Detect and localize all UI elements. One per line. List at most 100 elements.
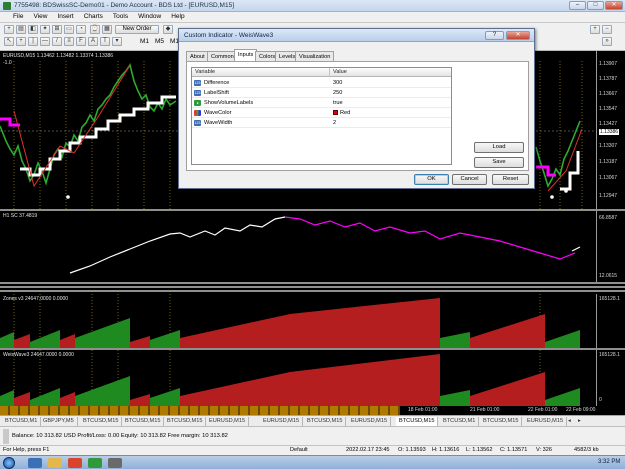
weiswave-histogram-canvas	[0, 350, 580, 406]
reset-button[interactable]: Reset	[492, 174, 529, 185]
text-icon[interactable]: A	[88, 37, 98, 46]
chart-tab[interactable]: BTCUSD,M1	[440, 417, 480, 426]
autoscroll-icon[interactable]: »	[602, 37, 612, 46]
pane-separator[interactable]	[0, 282, 625, 284]
status-open: O: 1.13593	[398, 447, 426, 453]
close-button[interactable]: ✕	[605, 1, 623, 10]
price-label: 1.13547	[599, 106, 618, 112]
price-label: 1.12947	[599, 193, 618, 199]
navigator-icon[interactable]: ✦	[40, 25, 50, 34]
dialog-help-button[interactable]: ?	[485, 31, 504, 40]
weiswave-indicator-pane[interactable]: WeisWave3 24647.0000 0.0000	[0, 350, 596, 406]
tab-visualization[interactable]: Visualization	[295, 51, 335, 61]
channel-icon[interactable]: ≡	[64, 37, 74, 46]
start-button[interactable]	[3, 457, 15, 469]
price-axis[interactable]: 1.13907 1.13787 1.13667 1.13547 1.13427 …	[596, 51, 625, 209]
new-chart-icon[interactable]: +	[4, 25, 14, 34]
menu-help[interactable]: Help	[166, 12, 189, 20]
chart-tab[interactable]: BTCUSD,M15	[480, 417, 523, 426]
load-button[interactable]: Load	[474, 142, 524, 153]
chart-tab[interactable]: GBPJPY,M5	[40, 417, 78, 426]
h1-indicator-pane[interactable]: H1 SC 37.4819	[0, 211, 596, 282]
new-order-button[interactable]: New Order	[115, 25, 159, 34]
metaeditor-icon[interactable]: ◆	[163, 25, 173, 34]
chart-tab[interactable]: BTCUSD,M1	[2, 417, 42, 426]
fibonacci-icon[interactable]: F	[76, 37, 86, 46]
input-value[interactable]: 2	[333, 118, 336, 128]
data-window-icon[interactable]: ⊞	[52, 25, 62, 34]
dialog-close-button[interactable]: ✕	[506, 31, 530, 40]
app-icon[interactable]	[108, 458, 122, 468]
pane-separator[interactable]	[0, 286, 625, 288]
input-row[interactable]: 123 WaveWidth 2	[192, 118, 451, 128]
input-value[interactable]: true	[333, 98, 343, 108]
input-row[interactable]: WaveColor Red	[192, 108, 451, 118]
tab-scroll-left-icon[interactable]: ◂	[568, 417, 571, 426]
weiswave-axis-label: 0	[599, 397, 602, 403]
input-row[interactable]: 123 LabelShift 250	[192, 88, 451, 98]
terminal-icon[interactable]: ▭	[64, 25, 74, 34]
shapes-icon[interactable]: ▾	[112, 37, 122, 46]
pane-separator[interactable]	[0, 290, 625, 292]
chart-tab-active[interactable]: BTCUSD,M15	[396, 417, 439, 426]
strategy-tester-icon[interactable]: ◔	[76, 25, 86, 34]
weiswave-axis-label: 165128.1	[599, 352, 620, 358]
menu-tools[interactable]: Tools	[108, 12, 133, 20]
status-close: C: 1.13571	[500, 447, 528, 453]
vertical-line-icon[interactable]: |	[28, 37, 38, 46]
ok-button[interactable]: OK	[414, 174, 449, 185]
ie-icon[interactable]	[28, 458, 42, 468]
chart-tab[interactable]: BTCUSD,M15	[80, 417, 123, 426]
tab-inputs[interactable]: Inputs	[234, 49, 258, 61]
minimize-button[interactable]: –	[569, 1, 586, 10]
dialog-title: Custom Indicator - WeisWave3	[184, 32, 274, 39]
time-axis[interactable]: 18 Feb 01:00 21 Feb 01:00 22 Feb 01:00 2…	[0, 406, 625, 415]
price-label: 1.13907	[599, 61, 618, 67]
menu-charts[interactable]: Charts	[79, 12, 108, 20]
input-value[interactable]: 250	[333, 88, 342, 98]
menu-window[interactable]: Window	[133, 12, 166, 20]
explorer-icon[interactable]	[48, 458, 62, 468]
maximize-button[interactable]: □	[587, 1, 604, 10]
chart-tab[interactable]: EURUSD,M15	[348, 417, 392, 426]
zoom-in-icon[interactable]: +	[590, 25, 600, 34]
horizontal-line-icon[interactable]: —	[40, 37, 50, 46]
zones-axis-label: 165128.1	[599, 296, 620, 302]
input-row[interactable]: 123 Difference 300	[192, 78, 451, 88]
profiles-icon[interactable]: ▤	[16, 25, 26, 34]
chart-tab[interactable]: BTCUSD,M15	[164, 417, 207, 426]
inputs-grid[interactable]: Variable Value 123 Difference 300 123 La…	[191, 67, 452, 165]
media-icon[interactable]	[68, 458, 82, 468]
history-icon[interactable]: ⌚	[90, 25, 100, 34]
menu-view[interactable]: View	[28, 12, 52, 20]
trendline-icon[interactable]: /	[52, 37, 62, 46]
numeric-icon: 123	[194, 80, 201, 86]
column-header-variable[interactable]: Variable	[192, 68, 330, 77]
chart-tab[interactable]: BTCUSD,M15	[304, 417, 347, 426]
tab-scroll-right-icon[interactable]: ▸	[578, 417, 581, 426]
chart-window-icon[interactable]: ▦	[102, 25, 112, 34]
crosshair-icon[interactable]: +	[16, 37, 26, 46]
input-value[interactable]: 300	[333, 78, 342, 88]
menu-insert[interactable]: Insert	[52, 12, 78, 20]
menu-file[interactable]: File	[0, 12, 28, 20]
zoom-out-icon[interactable]: −	[602, 25, 612, 34]
input-row[interactable]: ● ShowVolumeLabels true	[192, 98, 451, 108]
cancel-button[interactable]: Cancel	[452, 174, 487, 185]
zones-indicator-pane[interactable]: Zones v3 24647.0000 0.0000	[0, 294, 596, 348]
market-watch-icon[interactable]: ◧	[28, 25, 38, 34]
timeframe-m5[interactable]: M5	[155, 38, 164, 45]
chart-tab[interactable]: EURUSD,M15	[260, 417, 304, 426]
timeframe-m1[interactable]: M1	[140, 38, 149, 45]
tab-about[interactable]: About	[186, 51, 209, 61]
cursor-icon[interactable]: ↖	[4, 37, 14, 46]
terminal-side-tab[interactable]	[3, 429, 9, 444]
save-button[interactable]: Save	[474, 157, 524, 168]
label-icon[interactable]: T	[100, 37, 110, 46]
chart-tab[interactable]: EURUSD,M15	[524, 417, 568, 426]
chart-tab[interactable]: EURUSD,M15	[206, 417, 250, 426]
chart-tab[interactable]: BTCUSD,M15	[122, 417, 165, 426]
metatrader-icon[interactable]	[88, 458, 102, 468]
column-header-value[interactable]: Value	[330, 68, 451, 77]
input-value[interactable]: Red	[333, 108, 350, 118]
